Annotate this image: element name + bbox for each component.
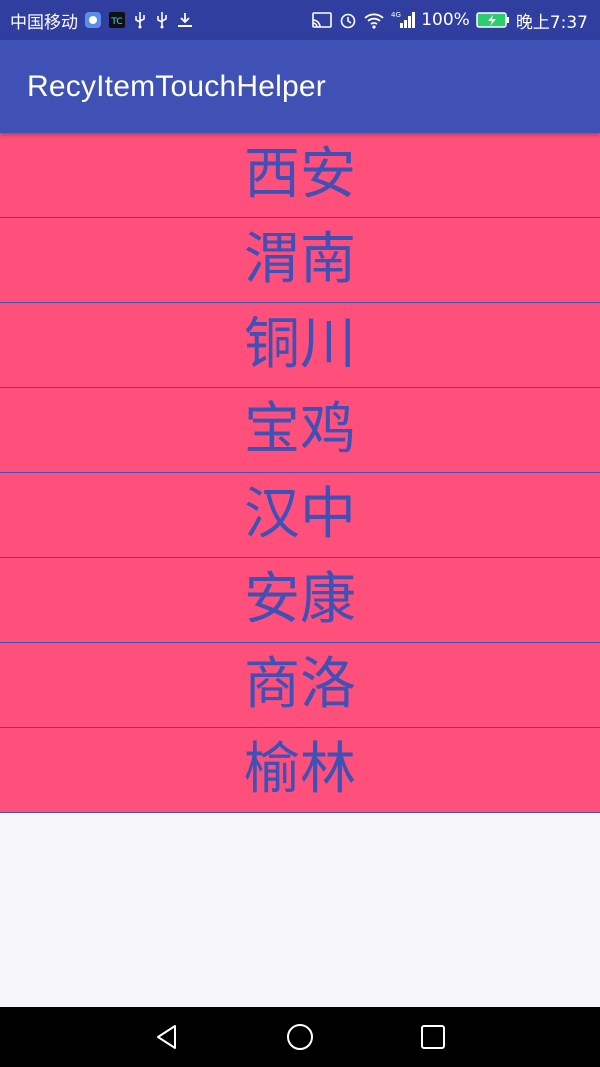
home-button[interactable]	[270, 1007, 330, 1067]
list-item[interactable]: 榆林	[0, 728, 600, 813]
clock-label: 晚上7:37	[515, 12, 588, 33]
battery-percent-label: 100%	[421, 10, 470, 30]
status-bar-left: 中国移动 TC	[10, 8, 194, 33]
page-title: RecyItemTouchHelper	[27, 69, 326, 103]
app-toolbar: RecyItemTouchHelper	[0, 40, 600, 133]
list-item-label: 铜川	[244, 312, 356, 377]
list-item-label: 榆林	[244, 737, 356, 802]
status-bar-right: 4G 100% 晚上7:37	[311, 8, 588, 33]
list-item[interactable]: 铜川	[0, 303, 600, 388]
download-icon	[176, 11, 194, 29]
signal-icon: 4G	[391, 10, 416, 30]
list-item[interactable]: 西安	[0, 133, 600, 218]
list-item-label: 西安	[244, 142, 356, 207]
list-item[interactable]: 汉中	[0, 473, 600, 558]
list-item-label: 商洛	[244, 652, 356, 717]
list-item-label: 渭南	[244, 227, 356, 292]
wifi-icon	[363, 11, 385, 29]
list-item[interactable]: 宝鸡	[0, 388, 600, 473]
list-item[interactable]: 渭南	[0, 218, 600, 303]
home-icon	[286, 1024, 313, 1050]
usb-icon	[154, 11, 170, 29]
svg-text:TC: TC	[110, 17, 122, 27]
list-item[interactable]: 安康	[0, 558, 600, 643]
list-item-label: 安康	[244, 567, 356, 632]
tc-app-icon: TC	[108, 11, 126, 29]
list-item[interactable]: 商洛	[0, 643, 600, 728]
alarm-icon	[339, 11, 357, 29]
city-list[interactable]: 西安 渭南 铜川 宝鸡 汉中 安康 商洛 榆林	[0, 133, 600, 813]
recents-button[interactable]	[403, 1007, 463, 1067]
carrier-label: 中国移动	[10, 12, 78, 33]
svg-text:4G: 4G	[391, 11, 401, 19]
back-button[interactable]	[137, 1007, 197, 1067]
usb-icon	[132, 11, 148, 29]
navigation-bar	[0, 1007, 600, 1067]
app-badge-icon	[84, 11, 102, 29]
list-item-label: 汉中	[244, 482, 356, 547]
cast-icon	[311, 11, 333, 29]
list-item-label: 宝鸡	[244, 397, 356, 462]
status-bar: 中国移动 TC 4G 100% 晚上7:37	[0, 0, 600, 40]
back-icon	[156, 1025, 176, 1049]
battery-charging-icon	[476, 11, 510, 29]
recents-icon	[421, 1025, 446, 1049]
